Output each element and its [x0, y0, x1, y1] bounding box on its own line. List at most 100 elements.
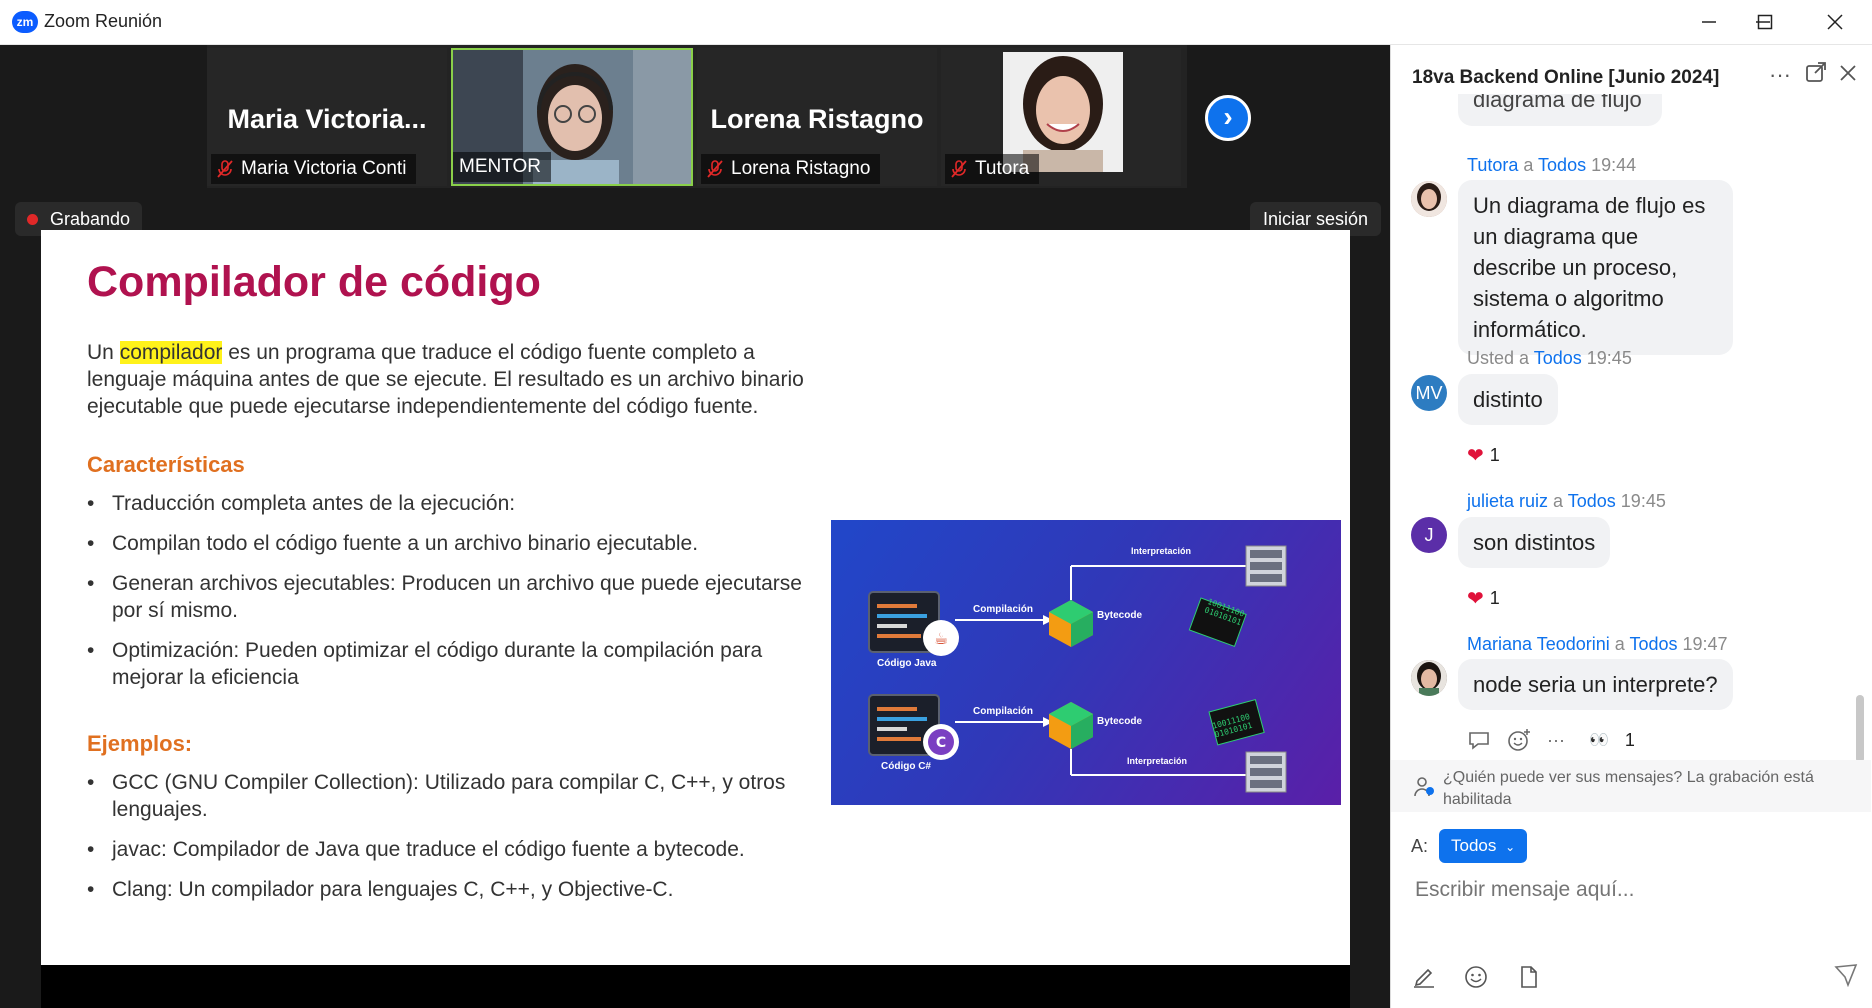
to-word: a	[1518, 155, 1539, 175]
diagram-label: Código C#	[881, 761, 931, 772]
ellipsis-icon: ···	[1769, 62, 1791, 87]
recording-dot-icon	[27, 213, 38, 225]
mic-muted-icon	[707, 160, 723, 178]
chat-title: 18va Backend Online [Junio 2024]	[1412, 67, 1720, 88]
chevron-right-icon: ›	[1223, 101, 1233, 132]
more-icon[interactable]: ···	[1547, 730, 1565, 751]
highlighted-term: compilador	[119, 341, 223, 364]
chevron-down-icon: ⌄	[1505, 840, 1516, 854]
heart-icon: ❤	[1467, 445, 1484, 467]
chat-panel: 18va Backend Online [Junio 2024] ··· dia…	[1390, 45, 1872, 1008]
sender-name[interactable]: Tutora	[1467, 155, 1518, 175]
sender-name[interactable]: julieta ruiz	[1467, 491, 1548, 511]
sender-name[interactable]: Mariana Teodorini	[1467, 634, 1610, 654]
list-item: Generan archivos ejecutables: Producen u…	[87, 570, 817, 624]
avatar: MV	[1411, 375, 1447, 411]
reply-icon[interactable]	[1467, 729, 1491, 751]
file-icon	[1521, 966, 1537, 988]
examples-list: GCC (GNU Compiler Collection): Utilizado…	[87, 769, 817, 916]
pop-out-button[interactable]	[1802, 61, 1830, 89]
tutora-avatar-image	[1411, 181, 1447, 217]
participant-name: MENTOR	[459, 156, 541, 177]
mic-muted-icon	[217, 160, 233, 178]
slide-title: Compilador de código	[87, 258, 541, 306]
recording-label: Grabando	[50, 208, 131, 229]
diagram-label: Compilación	[973, 604, 1034, 615]
reaction[interactable]: ❤ 1	[1467, 586, 1500, 611]
close-chat-button[interactable]	[1834, 61, 1862, 89]
chat-scrollbar[interactable]	[1856, 695, 1864, 763]
list-item: Traducción completa antes de la ejecució…	[87, 490, 817, 517]
svg-text:☕: ☕	[934, 629, 948, 648]
slide-bottom-bar	[41, 965, 1350, 1008]
chat-message-bubble: son distintos	[1458, 517, 1611, 568]
shared-slide: Compilador de código Un compilador es un…	[41, 230, 1350, 1008]
privacy-notice[interactable]: ¿Quién puede ver sus mensajes? La grabac…	[1391, 760, 1871, 812]
minimize-icon	[1702, 21, 1716, 23]
chat-message-meta: Tutora a Todos 19:44	[1467, 155, 1636, 176]
emoji-button[interactable]	[1463, 965, 1489, 991]
format-text-button[interactable]	[1411, 965, 1437, 991]
participant-strip: Maria Victoria... Maria Victoria Conti M…	[207, 45, 1187, 188]
avatar	[1411, 660, 1447, 696]
chat-message-bubble: distinto	[1458, 374, 1558, 425]
list-item: Compilan todo el código fuente a un arch…	[87, 530, 817, 557]
to-word: a	[1609, 634, 1630, 654]
sender-name: Usted	[1467, 348, 1515, 368]
recipient-label: A:	[1411, 836, 1429, 856]
person-visibility-icon	[1414, 777, 1434, 797]
reaction[interactable]: ❤ 1	[1467, 443, 1500, 468]
svg-text:C: C	[936, 735, 946, 751]
list-item: Optimización: Pueden optimizar el código…	[87, 637, 817, 691]
diagram-label: Código Java	[877, 658, 937, 669]
chat-message-text: son distintos	[1473, 530, 1596, 555]
chat-message-bubble: node seria un interprete?	[1458, 659, 1733, 710]
maximize-button[interactable]	[1742, 6, 1788, 38]
chat-message-bubble: Un diagrama de flujo es un diagrama que …	[1458, 180, 1733, 355]
send-button[interactable]	[1831, 963, 1861, 993]
close-icon	[1827, 14, 1843, 30]
participant-name: Lorena Ristagno	[731, 158, 871, 179]
features-heading: Características	[87, 452, 245, 477]
emoji-icon	[1465, 966, 1487, 988]
message-time: 19:45	[1586, 348, 1632, 368]
participant-name: Tutora	[975, 158, 1030, 179]
recipient-name[interactable]: Todos	[1568, 491, 1616, 511]
participant-tile[interactable]: Lorena Ristagno Lorena Ristagno	[697, 48, 937, 186]
recipient-name[interactable]: Todos	[1534, 348, 1582, 368]
eyes-reaction-icon[interactable]: 👀	[1589, 730, 1609, 750]
list-item: javac: Compilador de Java que traduce el…	[87, 836, 817, 863]
diagram-label: Bytecode	[1097, 610, 1143, 621]
recipient-name[interactable]: Todos	[1629, 634, 1677, 654]
window-title: Zoom Reunión	[44, 11, 163, 31]
chat-message-meta: Mariana Teodorini a Todos 19:47	[1467, 634, 1728, 655]
message-time: 19:45	[1620, 491, 1666, 511]
format-text-icon	[1414, 968, 1434, 988]
send-icon	[1834, 964, 1858, 988]
message-time: 19:44	[1591, 155, 1637, 175]
participant-tile[interactable]: Tutora	[941, 48, 1181, 186]
avatar: J	[1411, 517, 1447, 553]
list-item: Clang: Un compilador para lenguajes C, C…	[87, 876, 817, 903]
meeting-area: Maria Victoria... Maria Victoria Conti M…	[0, 45, 1390, 1008]
participant-label: Tutora	[945, 154, 1040, 184]
reaction-count: 1	[1489, 445, 1500, 465]
participant-name: Maria Victoria Conti	[241, 158, 407, 179]
features-list: Traducción completa antes de la ejecució…	[87, 490, 817, 704]
next-participants-button[interactable]: ›	[1205, 95, 1251, 141]
active-speaker-tile[interactable]: MENTOR	[451, 48, 693, 186]
participant-display-name: Maria Victoria...	[227, 104, 427, 134]
add-reaction-icon[interactable]	[1507, 728, 1531, 752]
message-input[interactable]	[1415, 878, 1835, 902]
participant-tile[interactable]: Maria Victoria... Maria Victoria Conti	[207, 48, 447, 186]
recipient-dropdown[interactable]: Todos ⌄	[1439, 829, 1528, 863]
message-time: 19:47	[1682, 634, 1728, 654]
attach-file-button[interactable]	[1515, 965, 1541, 991]
diagram-label: Bytecode	[1097, 716, 1143, 727]
recipient-name[interactable]: Todos	[1538, 155, 1586, 175]
to-word: a	[1548, 491, 1568, 511]
more-options-button[interactable]: ···	[1766, 61, 1794, 89]
close-window-button[interactable]	[1812, 6, 1858, 38]
avatar	[1411, 181, 1447, 217]
minimize-button-ctl[interactable]	[1686, 6, 1732, 38]
